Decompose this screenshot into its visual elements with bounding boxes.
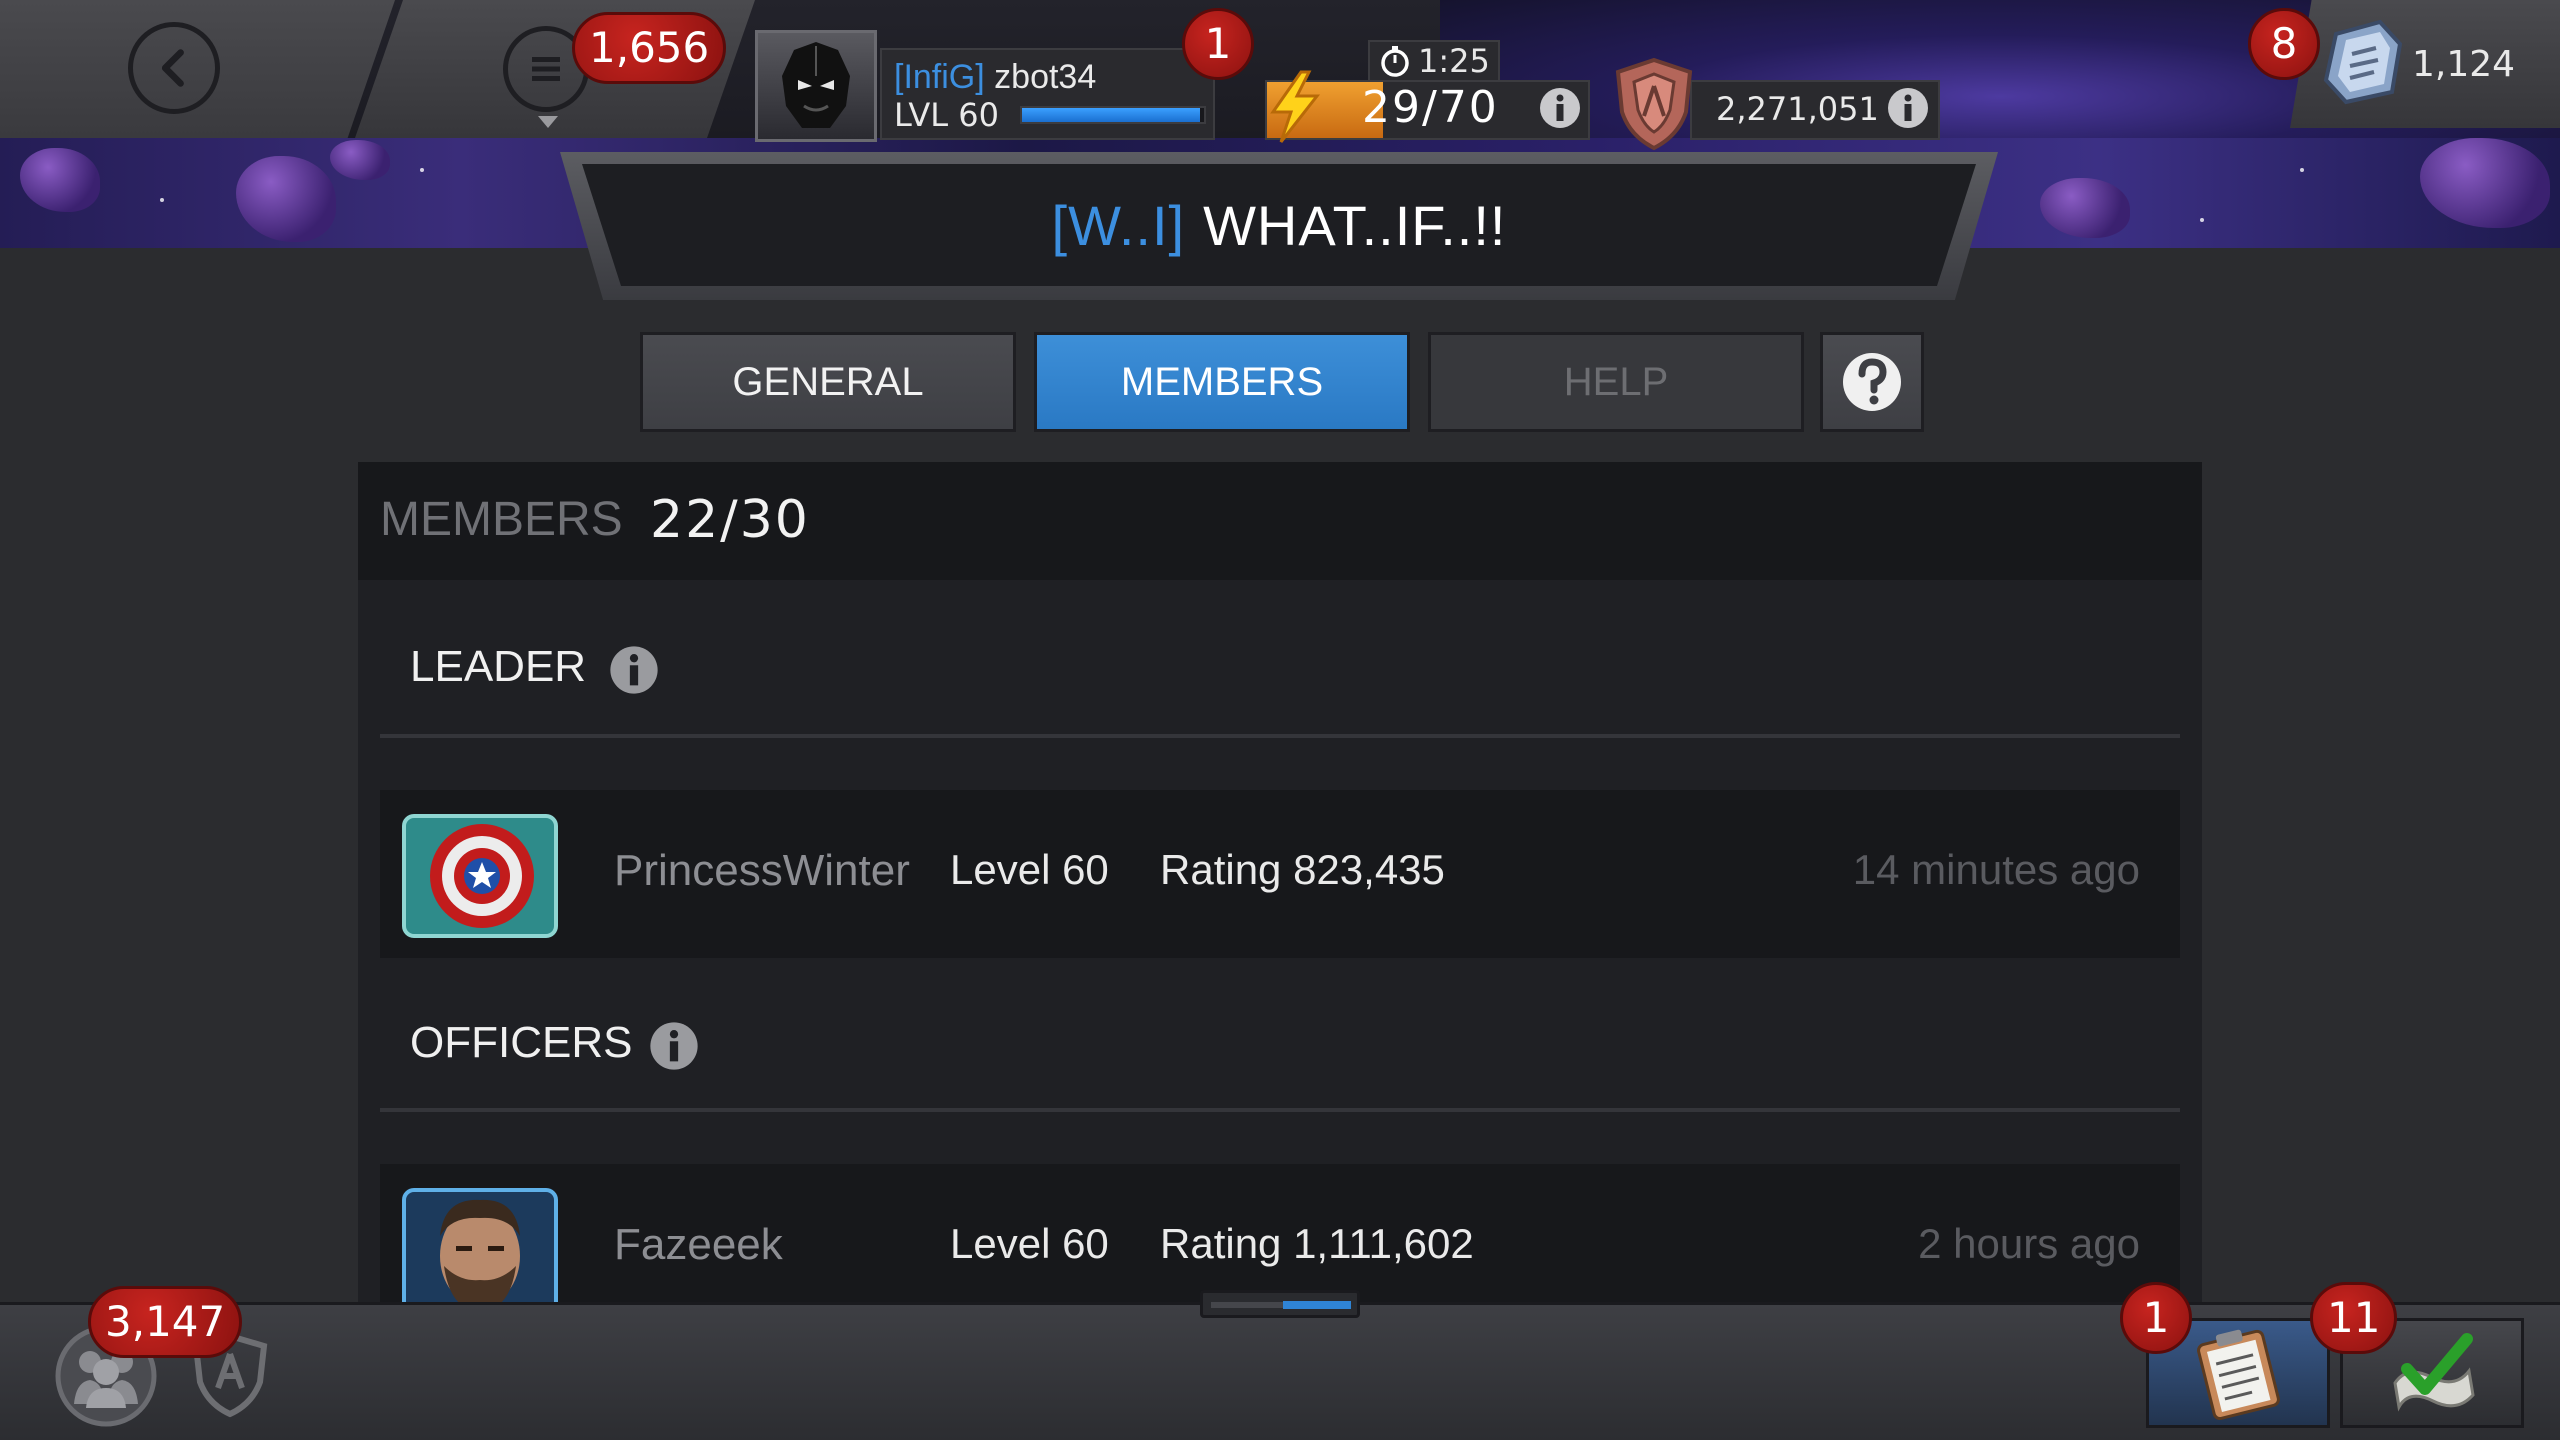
member-last-seen: 14 minutes ago [1852, 846, 2140, 893]
units-value: 1,124 [2412, 44, 2516, 85]
alliance-title: [W..I] WHAT..IF..!! [582, 164, 1976, 286]
bearded-hero-avatar-icon [402, 1188, 558, 1302]
divider [380, 1108, 2180, 1112]
chevron-left-icon [161, 49, 184, 87]
section-title-leader: LEADER [410, 642, 587, 691]
members-panel-header: MEMBERS 22/30 [358, 462, 2202, 580]
clipboard-icon [2197, 1329, 2280, 1421]
member-name: PrincessWinter [614, 846, 910, 895]
player-avatar[interactable] [755, 30, 877, 142]
energy-timer: 1:25 [1368, 40, 1500, 82]
player-username: zbot34 [994, 58, 1097, 96]
energy-info-icon[interactable] [1538, 86, 1582, 130]
player-name: [InfiG] zbot34 [894, 58, 1096, 97]
member-row[interactable]: Fazeeek Level 60 Rating 1,111,602 2 hour… [380, 1164, 2180, 1302]
member-level: Level 60 [950, 846, 1109, 893]
menu-badge: 1,656 [572, 12, 727, 84]
player-alliance-tag: [InfiG] [894, 58, 985, 96]
energy-timer-value: 1:25 [1418, 42, 1490, 80]
alliance-tag: [W..I] [1051, 193, 1186, 257]
member-name: Fazeeek [614, 1220, 783, 1269]
social-badge: 3,147 [88, 1286, 243, 1358]
lightning-icon [1270, 70, 1321, 143]
rating-info-icon[interactable] [1886, 86, 1930, 130]
member-last-seen: 2 hours ago [1918, 1220, 2140, 1267]
energy-value: 29/70 [1362, 82, 1499, 133]
members-panel[interactable]: MEMBERS 22/30 LEADER PrincessWinter Leve… [358, 462, 2202, 1302]
scroll-indicator[interactable] [1200, 1290, 1360, 1318]
scroll-thumb [1283, 1301, 1351, 1309]
menu-caret-icon [538, 116, 558, 128]
alliance-name: WHAT..IF..!! [1203, 193, 1507, 257]
member-rating: Rating 1,111,602 [1160, 1220, 1474, 1267]
captain-america-shield-icon [402, 814, 558, 938]
xp-bar [1020, 106, 1206, 124]
divider [380, 734, 2180, 738]
members-label: MEMBERS [380, 493, 623, 546]
units-badge: 8 [2248, 8, 2320, 80]
player-level: LVL 60 [894, 96, 999, 134]
help-button[interactable] [1820, 332, 1924, 432]
hamburger-icon [532, 57, 560, 81]
quests-badge: 1 [2120, 1282, 2192, 1354]
member-row[interactable]: PrincessWinter Level 60 Rating 823,435 1… [380, 790, 2180, 958]
stopwatch-icon [1381, 46, 1409, 77]
tab-general[interactable]: GENERAL [640, 332, 1016, 432]
question-mark-icon [1843, 353, 1901, 411]
player-profile[interactable]: [InfiG] zbot34 LVL 60 [880, 48, 1215, 140]
member-level: Level 60 [950, 1220, 1109, 1267]
tab-help[interactable]: HELP [1428, 332, 1804, 432]
notifications-badge: 1 [1182, 8, 1254, 80]
tab-members[interactable]: MEMBERS [1034, 332, 1410, 432]
back-button[interactable] [128, 22, 220, 114]
officers-info-icon[interactable] [648, 1020, 700, 1072]
objectives-badge: 11 [2310, 1282, 2398, 1354]
leader-info-icon[interactable] [608, 644, 660, 696]
units-icon [2323, 19, 2403, 105]
panther-mask-icon [782, 42, 850, 128]
xp-bar-fill [1022, 108, 1201, 122]
rating-shield-icon [1615, 57, 1693, 151]
members-count: 22/30 [650, 490, 810, 550]
section-title-officers: OFFICERS [410, 1018, 633, 1067]
rating-value: 2,271,051 [1716, 90, 1879, 128]
member-rating: Rating 823,435 [1160, 846, 1445, 893]
checkmark-scroll-icon [2393, 1333, 2475, 1412]
